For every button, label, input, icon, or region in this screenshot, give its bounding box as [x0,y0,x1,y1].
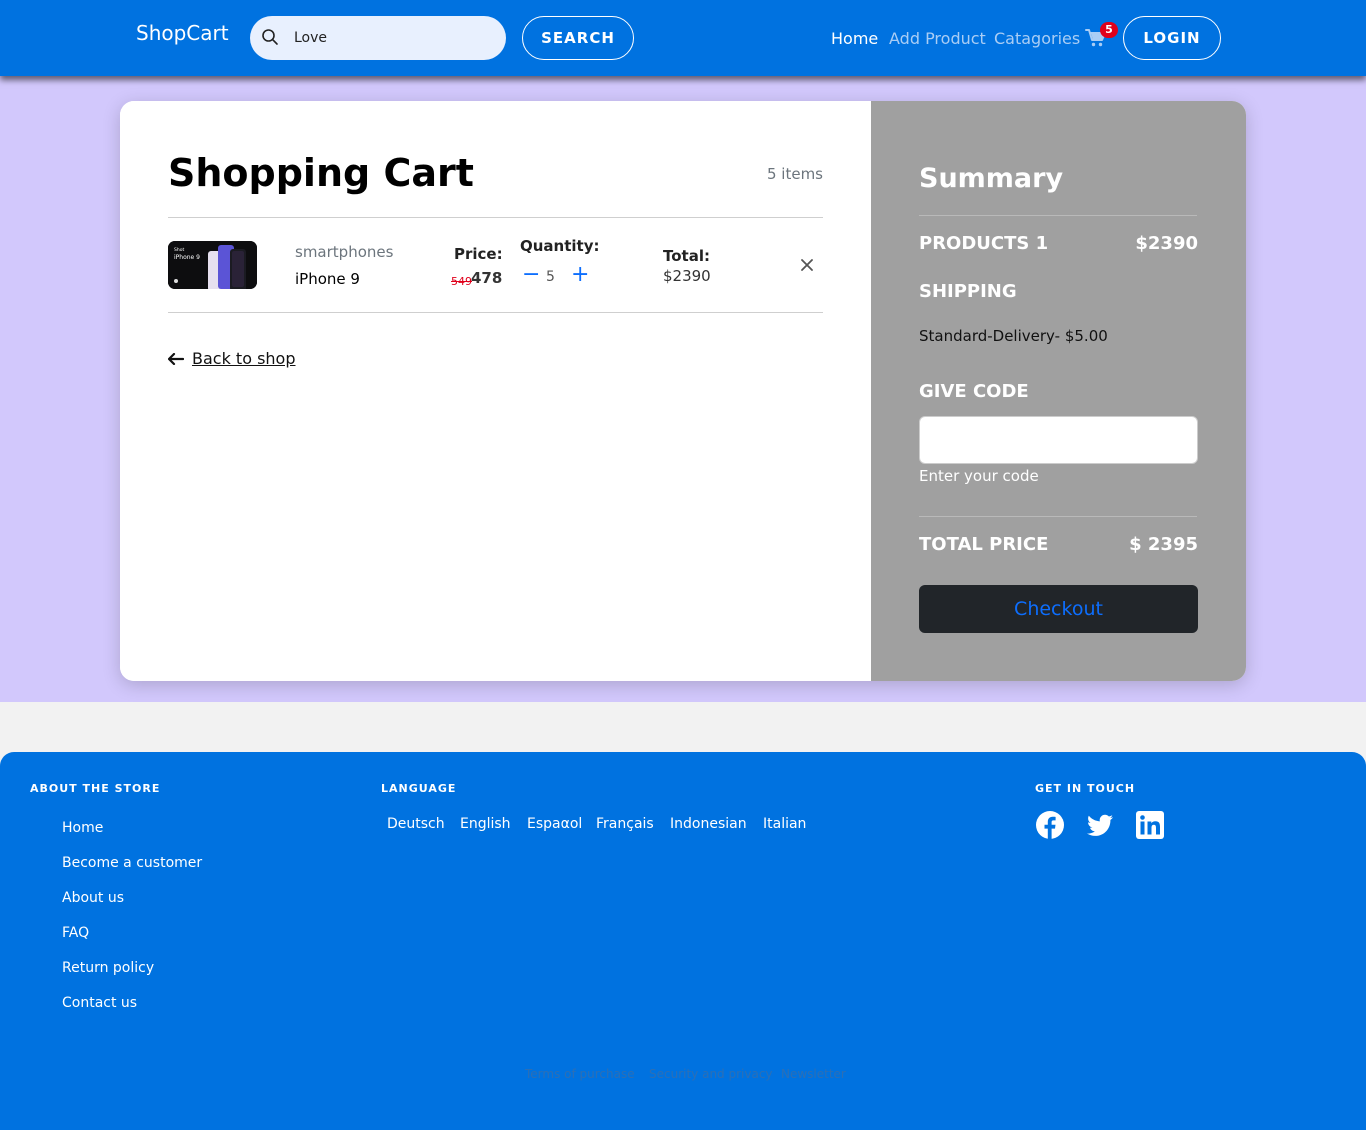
back-to-shop-label: Back to shop [192,349,296,368]
increase-quantity-button[interactable]: + [571,262,589,288]
search-icon [262,29,278,45]
decrease-quantity-button[interactable]: − [522,262,540,288]
twitter-icon[interactable] [1085,810,1115,840]
product-name: iPhone 9 [295,270,360,288]
back-to-shop-link[interactable]: Back to shop [168,349,296,368]
footer: ABOUT THE STORE Home Become a customer A… [0,752,1366,1130]
footer-link-about-us[interactable]: About us [62,890,124,906]
shipping-label: SHIPPING [919,281,1017,302]
quantity-value: 5 [546,269,555,285]
product-image-label: iPhone 9 [174,254,200,261]
divider [919,516,1197,517]
nav-add-product-link[interactable]: Add Product [889,29,986,48]
give-code-label: GIVE CODE [919,381,1029,402]
brand-logo[interactable]: ShopCart [136,21,229,45]
language-deutsch[interactable]: Deutsch [387,816,445,832]
login-button[interactable]: LOGIN [1123,16,1221,60]
product-image: Shot iPhone 9 [168,241,257,289]
product-category: smartphones [295,243,394,261]
linkedin-icon[interactable] [1135,810,1165,840]
cart-panel: Shopping Cart 5 items Shot iPhone 9 smar… [120,101,871,681]
language-indonesian[interactable]: Indonesian [670,816,747,832]
facebook-icon[interactable] [1035,810,1065,840]
remove-item-button[interactable] [798,255,816,275]
language-italian[interactable]: Italian [763,816,806,832]
nav-home-link[interactable]: Home [831,29,878,48]
cart-count-badge: 5 [1100,22,1118,38]
language-francais[interactable]: Français [596,816,654,832]
nav-categories-link[interactable]: Catagories [994,29,1080,48]
footer-link-faq[interactable]: FAQ [62,925,89,941]
divider [168,217,823,218]
total-price-value: $ 2395 [1129,534,1198,555]
original-price: 549 [451,275,472,288]
language-espanol[interactable]: Espaαol [527,816,582,832]
close-icon [801,259,813,271]
discounted-price: 478 [471,269,503,287]
promo-code-input[interactable] [919,416,1198,464]
item-total-label: Total: [663,247,710,265]
divider [168,312,823,313]
security-privacy-link[interactable]: Security and privacy [649,1067,773,1081]
quantity-label: Quantity: [520,237,600,255]
checkout-button[interactable]: Checkout [919,585,1198,633]
total-price-label: TOTAL PRICE [919,534,1049,555]
get-in-touch-heading: GET IN TOUCH [1035,782,1136,795]
about-store-heading: ABOUT THE STORE [30,782,161,795]
summary-title: Summary [919,163,1064,194]
page-title: Shopping Cart [168,151,474,195]
search-box [250,16,506,60]
promo-code-help: Enter your code [919,467,1039,485]
svg-text:Shot: Shot [174,247,184,253]
newsletter-link[interactable]: Newsletter [781,1067,846,1081]
footer-link-home[interactable]: Home [62,820,103,836]
products-label: PRODUCTS 1 [919,233,1049,254]
divider [919,215,1197,216]
footer-link-become-customer[interactable]: Become a customer [62,855,202,871]
arrow-left-icon [168,352,184,365]
search-button[interactable]: SEARCH [522,16,634,60]
price-label: Price: [454,245,503,263]
search-input[interactable] [294,26,494,50]
products-total: $2390 [1135,233,1198,254]
footer-link-contact-us[interactable]: Contact us [62,995,137,1011]
footer-link-return-policy[interactable]: Return policy [62,960,154,976]
navbar: ShopCart SEARCH Home Add Product Catagor… [0,0,1366,76]
language-english[interactable]: English [460,816,511,832]
terms-of-purchase-link[interactable]: Terms of purchase [525,1067,635,1081]
cart-item-count: 5 items [766,165,823,183]
language-heading: LANGUAGE [381,782,457,795]
cart-card: Shopping Cart 5 items Shot iPhone 9 smar… [120,101,1246,681]
item-total-value: $2390 [663,267,711,285]
summary-panel: Summary PRODUCTS 1 $2390 SHIPPING Standa… [871,101,1246,681]
shipping-option[interactable]: Standard-Delivery- $5.00 [919,327,1108,345]
